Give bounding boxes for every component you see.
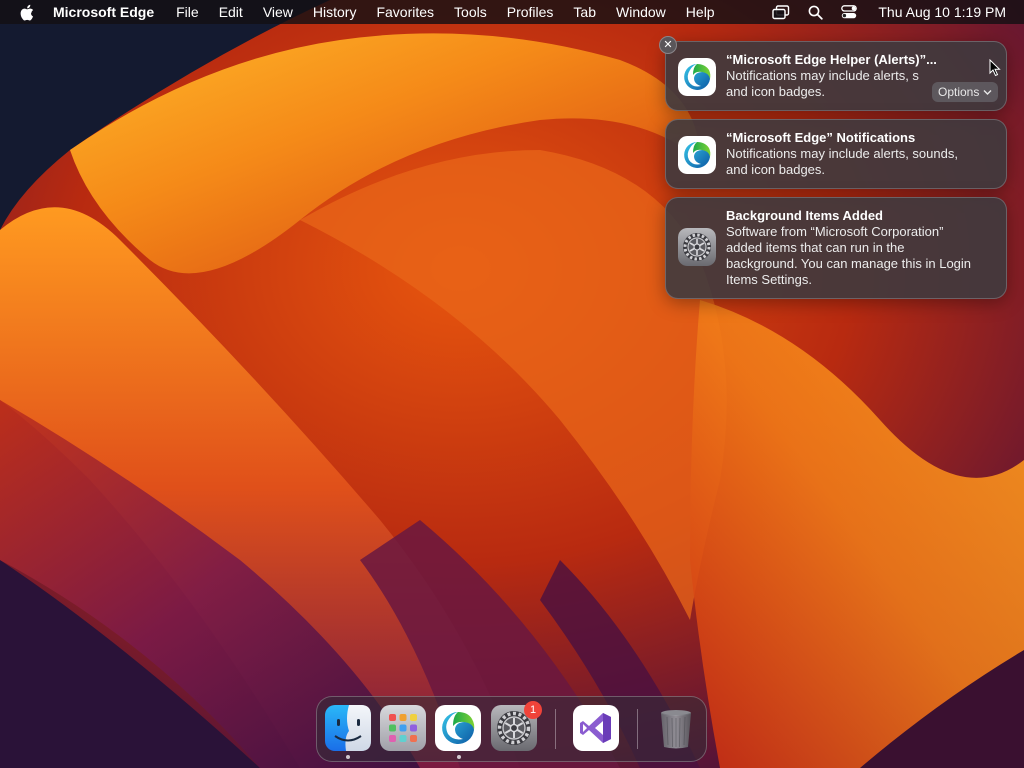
notification-close-button[interactable]: ✕ <box>659 36 677 54</box>
notification-body-line-1: Notifications may include alerts, sounds… <box>726 146 958 161</box>
apple-menu-icon[interactable] <box>19 3 35 21</box>
menu-history[interactable]: History <box>313 4 357 20</box>
menu-view[interactable]: View <box>263 4 293 20</box>
system-settings-icon <box>678 228 716 266</box>
menu-profiles[interactable]: Profiles <box>507 4 554 20</box>
edge-icon <box>678 136 716 174</box>
control-center-icon[interactable] <box>840 3 858 21</box>
notification-title: “Microsoft Edge Helper (Alerts)”... <box>726 52 936 67</box>
dock-separator <box>637 709 638 749</box>
menu-edit[interactable]: Edit <box>219 4 243 20</box>
trash-icon[interactable] <box>653 705 699 751</box>
mouse-pointer-icon <box>989 59 1001 77</box>
notification-title: Background Items Added <box>726 208 883 223</box>
wallpaper <box>0 0 1024 768</box>
notification-body-line-1: Notifications may include alerts, s <box>726 68 919 83</box>
notification-body-line-4: Items Settings. <box>726 272 812 287</box>
finder-running-indicator <box>346 755 350 759</box>
menu-tools[interactable]: Tools <box>454 4 487 20</box>
edge-icon[interactable] <box>435 705 481 751</box>
app-name-menu[interactable]: Microsoft Edge <box>53 4 154 20</box>
dock-separator <box>555 709 556 749</box>
screen-mirroring-icon[interactable] <box>772 3 790 21</box>
launchpad-icon[interactable] <box>380 705 426 751</box>
notification-body-line-3: background. You can manage this in Login <box>726 256 972 271</box>
notification-text: “Microsoft Edge Helper (Alerts)”... Noti… <box>726 52 936 100</box>
notification-text: Background Items Added Software from “Mi… <box>726 208 992 288</box>
finder-icon[interactable] <box>325 705 371 751</box>
notification-text: “Microsoft Edge” Notifications Notificat… <box>726 130 992 178</box>
chevron-down-icon <box>983 85 992 99</box>
menu-file[interactable]: File <box>176 4 199 20</box>
notification-background-items[interactable]: Background Items Added Software from “Mi… <box>665 197 1007 299</box>
status-area: Thu Aug 10 1:19 PM <box>772 0 1024 24</box>
dock: 1 <box>316 696 707 762</box>
options-label: Options <box>938 85 980 99</box>
menu-favorites[interactable]: Favorites <box>376 4 434 20</box>
notification-title: “Microsoft Edge” Notifications <box>726 130 916 145</box>
notification-badge: 1 <box>524 701 542 719</box>
menu-bar-clock[interactable]: Thu Aug 10 1:19 PM <box>878 4 1006 20</box>
menu-tab[interactable]: Tab <box>573 4 596 20</box>
notification-body-line-2: and icon badges. <box>726 162 826 177</box>
notification-body-line-2: added items that can run in the <box>726 240 905 255</box>
edge-icon <box>678 58 716 96</box>
notification-body-line-1: Software from “Microsoft Corporation” <box>726 224 944 239</box>
notification-options-button[interactable]: Options <box>932 82 998 102</box>
spotlight-search-icon[interactable] <box>806 3 824 21</box>
menu-bar: Microsoft Edge File Edit View History Fa… <box>0 0 1024 24</box>
menu-window[interactable]: Window <box>616 4 666 20</box>
edge-running-indicator <box>457 755 461 759</box>
desktop: Microsoft Edge File Edit View History Fa… <box>0 0 1024 768</box>
notification-body-line-2: and icon badges. <box>726 84 826 99</box>
menu-help[interactable]: Help <box>686 4 715 20</box>
visual-studio-icon[interactable] <box>573 705 619 751</box>
notification-edge-notifications[interactable]: “Microsoft Edge” Notifications Notificat… <box>665 119 1007 189</box>
